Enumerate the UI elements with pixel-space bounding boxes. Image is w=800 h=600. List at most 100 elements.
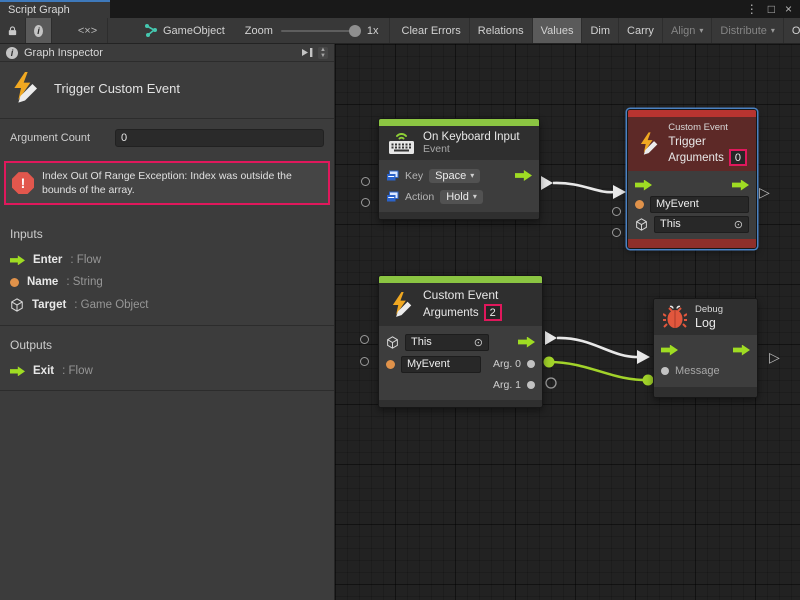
target-row: This ⊙ [386, 331, 535, 353]
zoom-slider[interactable] [281, 30, 359, 32]
node-debug-log[interactable]: Debug Log Message [653, 298, 758, 398]
align-button[interactable]: Align ▾ [663, 18, 712, 43]
window-menu-icon[interactable]: ⋮ [746, 2, 758, 16]
empty-port[interactable] [360, 357, 369, 366]
string-port-icon [10, 278, 19, 287]
input-row-target: Target : Game Object [0, 293, 334, 317]
graph-toolbar: i <×> GameObject Zoom 1x Clear Errors Re… [0, 18, 800, 44]
empty-port[interactable] [612, 228, 621, 237]
distribute-button[interactable]: Distribute ▾ [712, 18, 783, 43]
exclaim-glyph: ! [21, 175, 26, 191]
node-on-keyboard-input[interactable]: On Keyboard Input Event Key Space ▾ [378, 118, 540, 220]
target-value: This [411, 336, 432, 348]
flow-output-port[interactable] [733, 345, 750, 356]
values-button[interactable]: Values [533, 18, 583, 43]
custom-event-icon [388, 292, 415, 318]
action-row: Action Hold ▾ [386, 186, 532, 207]
flow-wire[interactable] [553, 183, 615, 192]
lock-icon [8, 25, 17, 37]
output-row-exit: Exit : Flow [0, 360, 334, 382]
toolbar-separator [389, 18, 390, 43]
target-value: This [660, 218, 681, 230]
flow-output-port[interactable] [732, 180, 749, 191]
arguments-value-highlighted[interactable]: 2 [484, 304, 502, 321]
event-name-value: MyEvent [656, 198, 699, 210]
empty-port[interactable] [360, 335, 369, 344]
flow-wire[interactable] [557, 338, 639, 357]
cube-icon [386, 336, 399, 349]
target-field[interactable]: This ⊙ [654, 216, 749, 233]
argument-count-input[interactable]: 0 [115, 129, 324, 147]
overview-button[interactable]: Overv [784, 18, 800, 43]
node-body: Key Space ▾ Action Hold ▾ [379, 160, 539, 212]
argument-count-row: Argument Count 0 [0, 119, 334, 157]
node-trigger-custom-event[interactable]: Custom Event Trigger Arguments 0 [627, 109, 757, 249]
close-icon[interactable]: × [785, 2, 792, 16]
unit-title-block: Trigger Custom Event [0, 62, 334, 119]
flow-input-port[interactable] [661, 345, 678, 356]
flow-input-port[interactable] [635, 180, 652, 191]
clear-errors-button[interactable]: Clear Errors [394, 18, 470, 43]
node-title: Trigger [668, 134, 747, 148]
graph-inspector-title: Graph Inspector [24, 47, 103, 59]
node-color-bar [628, 110, 756, 117]
empty-port[interactable] [546, 378, 556, 388]
arg1-label: Arg. 1 [493, 379, 521, 391]
empty-port[interactable] [361, 198, 370, 207]
inspector-toggle-button[interactable]: i [26, 18, 52, 43]
edit-source-button[interactable]: <×> [68, 18, 108, 43]
object-picker-icon[interactable]: ⊙ [474, 336, 483, 349]
arg1-output-port[interactable] [527, 381, 535, 389]
dim-button[interactable]: Dim [582, 18, 619, 43]
lock-button[interactable] [0, 18, 26, 43]
pin-name: Target [32, 299, 66, 311]
zoom-slider-thumb[interactable] [349, 25, 361, 37]
spinner-down-icon[interactable]: ▼ [320, 53, 326, 59]
chevron-down-icon: ▾ [470, 171, 474, 180]
window-controls: ⋮ □ × [746, 0, 800, 18]
empty-port[interactable] [361, 177, 370, 186]
flow-output-port[interactable] [518, 337, 535, 348]
unity-visual-scripting-window: Script Graph ⋮ □ × i <×> GameObject [0, 0, 800, 600]
overview-label: Overv [792, 25, 800, 37]
graph-owner-widget[interactable]: GameObject [134, 18, 235, 43]
value-wire[interactable] [549, 362, 648, 380]
event-name-field[interactable]: MyEvent [650, 196, 749, 213]
flow-output-port[interactable] [515, 170, 532, 181]
toolbar-buttons: Clear Errors Relations Values Dim Carry … [394, 18, 800, 43]
panel-spinner[interactable]: ▲ ▼ [318, 47, 328, 59]
key-dropdown[interactable]: Space ▾ [429, 169, 480, 183]
bug-icon [663, 304, 687, 330]
graph-canvas[interactable]: On Keyboard Input Event Key Space ▾ [335, 44, 800, 600]
outputs-header: Outputs [0, 326, 334, 360]
string-port-icon [635, 200, 644, 209]
tab-bar: Script Graph ⋮ □ × [0, 0, 800, 18]
graph-inspector-header: i Graph Inspector ▲ ▼ [0, 44, 334, 62]
event-name-value: MyEvent [407, 358, 450, 370]
align-label: Align [671, 25, 695, 37]
action-dropdown[interactable]: Hold ▾ [440, 190, 483, 204]
target-field[interactable]: This ⊙ [405, 334, 489, 351]
dim-label: Dim [590, 25, 610, 37]
node-body: This ⊙ MyEvent Arg. 0 Arg. 1 [379, 326, 542, 400]
message-input-port[interactable] [661, 367, 669, 375]
chevron-down-icon: ▾ [473, 192, 477, 201]
node-body: MyEvent This ⊙ [628, 171, 756, 239]
arguments-value-highlighted[interactable]: 0 [729, 149, 747, 166]
arguments-value: 2 [490, 307, 496, 319]
relations-button[interactable]: Relations [470, 18, 533, 43]
maximize-icon[interactable]: □ [768, 2, 775, 16]
dock-panel-icon[interactable] [301, 46, 314, 59]
event-name-field[interactable]: MyEvent [401, 356, 481, 373]
pin-type: : Flow [70, 254, 101, 266]
flow-wire-arrowhead [613, 185, 626, 199]
tab-script-graph[interactable]: Script Graph [0, 0, 110, 18]
node-title: On Keyboard Input [423, 131, 520, 143]
object-picker-icon[interactable]: ⊙ [734, 218, 743, 231]
empty-port[interactable] [612, 207, 621, 216]
node-custom-event[interactable]: Custom Event Arguments 2 This [378, 275, 543, 408]
node-category: Debug [695, 304, 723, 315]
carry-button[interactable]: Carry [619, 18, 663, 43]
arg0-output-port[interactable] [527, 360, 535, 368]
code-icon: <×> [78, 25, 97, 37]
